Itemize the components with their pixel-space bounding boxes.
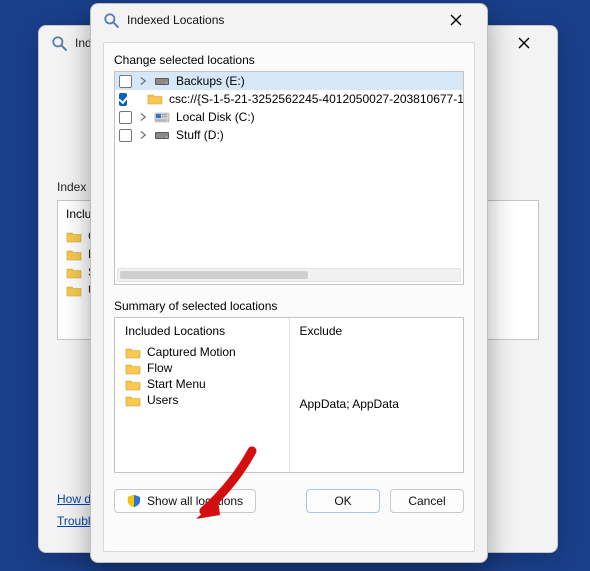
tree-node-label: Stuff (D:) [176,128,224,142]
folder-icon [125,378,141,391]
chevron-right-icon[interactable] [138,112,148,122]
change-selected-label: Change selected locations [114,53,464,67]
front-titlebar: Indexed Locations [91,4,487,36]
folder-icon [125,346,141,359]
dialog-body: Change selected locations Backups (E:) c… [103,42,475,552]
list-item-label: Captured Motion [147,345,236,359]
indexed-locations-dialog: Indexed Locations Change selected locati… [90,3,488,563]
front-title: Indexed Locations [127,13,224,27]
included-column-header: Included Locations [125,324,279,338]
folder-icon [66,284,82,297]
cancel-button[interactable]: Cancel [390,489,464,513]
list-item[interactable]: Captured Motion [125,344,279,360]
list-item[interactable]: Users [125,392,279,408]
folder-icon [125,394,141,407]
back-close-button[interactable] [503,29,545,57]
exclude-cell [300,378,454,395]
tree-node-label: csc://{S-1-5-21-3252562245-4012050027-20… [169,92,464,106]
show-all-locations-button[interactable]: Show all locations [114,489,256,513]
tree-node-label: Local Disk (C:) [176,110,255,124]
hdd-icon [154,74,170,88]
horizontal-scrollbar[interactable] [117,268,461,282]
locations-tree[interactable]: Backups (E:) csc://{S-1-5-21-3252562245-… [114,71,464,285]
folder-icon [147,92,163,106]
list-item-label: Users [147,393,178,407]
osdisk-icon [154,110,170,124]
list-item[interactable]: Start Menu [125,376,279,392]
included-column: Included Locations Captured Motion Flow … [115,318,289,472]
chevron-right-icon[interactable] [138,76,148,86]
list-item-label: Flow [147,361,172,375]
checkbox[interactable] [119,111,132,124]
tree-node-localdisk[interactable]: Local Disk (C:) [115,108,463,126]
scrollbar-thumb[interactable] [120,271,308,279]
summary-label: Summary of selected locations [114,299,464,313]
hdd-icon [154,128,170,142]
list-item-label: Start Menu [147,377,206,391]
tree-node-stuff[interactable]: Stuff (D:) [115,126,463,144]
search-icon [51,35,67,51]
folder-icon [66,266,82,279]
list-item[interactable]: Flow [125,360,279,376]
folder-icon [125,362,141,375]
tree-node-label: Backups (E:) [176,74,245,88]
tree-node-backups[interactable]: Backups (E:) [115,72,463,90]
checkbox[interactable] [119,75,132,88]
tree-node-csc[interactable]: csc://{S-1-5-21-3252562245-4012050027-20… [115,90,463,108]
close-button[interactable] [437,7,475,33]
summary-box: Included Locations Captured Motion Flow … [114,317,464,473]
exclude-cell: AppData; AppData [300,395,454,412]
ok-button[interactable]: OK [306,489,380,513]
exclude-cell [300,344,454,361]
dialog-button-row: Show all locations OK Cancel [114,489,464,513]
checkbox[interactable] [119,129,132,142]
checkbox[interactable] [119,93,127,106]
exclude-column-header: Exclude [300,324,454,338]
folder-icon [66,248,82,261]
search-icon [103,12,119,28]
folder-icon [66,230,82,243]
chevron-right-icon[interactable] [138,130,148,140]
shield-icon [127,494,141,508]
button-label: Show all locations [147,494,243,508]
exclude-column: Exclude AppData; AppData [289,318,464,472]
exclude-cell [300,361,454,378]
